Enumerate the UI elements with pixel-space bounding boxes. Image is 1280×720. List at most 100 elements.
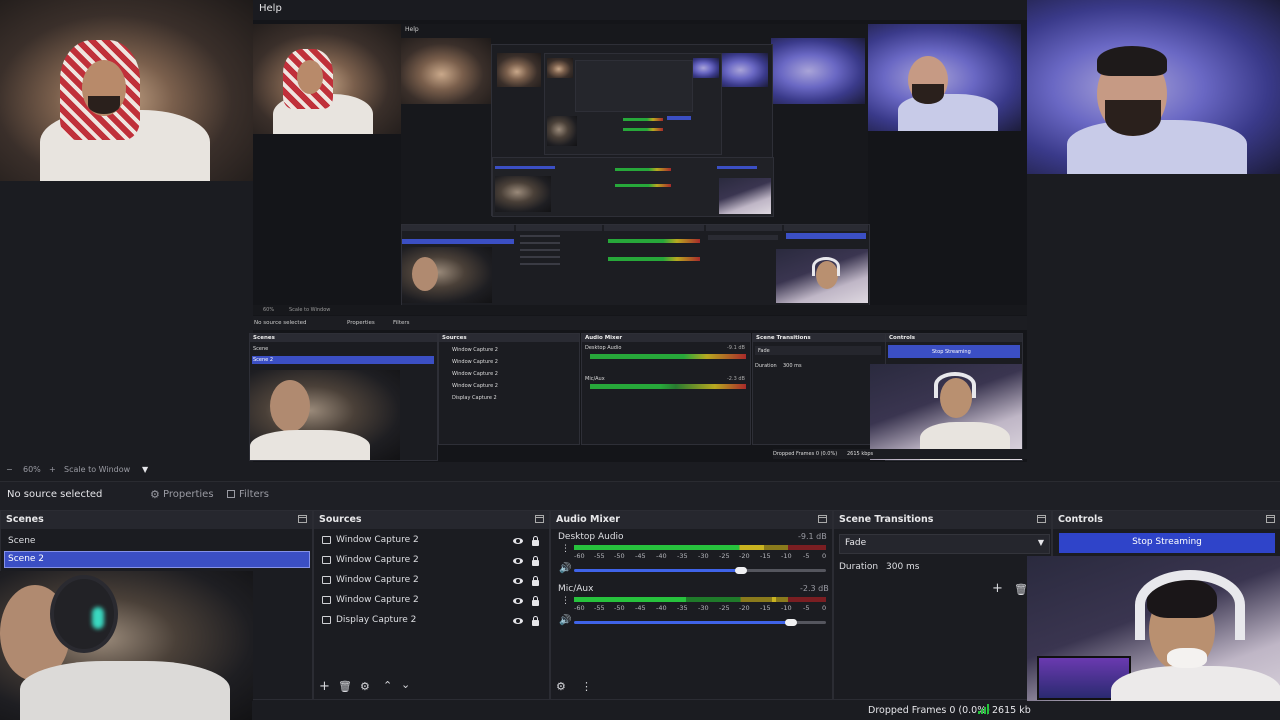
level-meter-fill xyxy=(574,545,764,550)
lock-icon[interactable] xyxy=(532,576,539,586)
lock-icon[interactable] xyxy=(532,596,539,606)
zoom-in-button[interactable]: + xyxy=(49,465,56,474)
trash-icon[interactable]: 🗑 xyxy=(1014,583,1028,596)
nested-transitions-dock: Scene Transitions Fade Duration 300 ms xyxy=(752,333,886,445)
nested-duration-label: Duration xyxy=(755,363,777,369)
scale-to-window-label: Scale to Window xyxy=(64,465,131,474)
stop-streaming-button[interactable]: Stop Streaming xyxy=(1059,533,1275,553)
arrow-down-icon[interactable]: ⌄ xyxy=(401,678,410,691)
scene-transitions-dock: Scene Transitions Fade ▼ Duration 300 ms… xyxy=(833,510,1052,700)
kebab-menu-icon[interactable]: ⋮ xyxy=(561,544,570,554)
visibility-eye-icon[interactable] xyxy=(513,618,523,624)
zoom-out-button[interactable]: − xyxy=(6,465,13,474)
advanced-audio-gear-icon[interactable]: ⚙ xyxy=(556,680,566,693)
transition-select[interactable]: Fade ▼ xyxy=(839,534,1050,554)
gear-icon[interactable]: ⚙ xyxy=(360,680,370,693)
kebab-menu-icon[interactable]: ⋮ xyxy=(561,596,570,606)
preview-toolbar: − 60% + Scale to Window ▼ xyxy=(0,462,1280,480)
scene-item-label: Scene xyxy=(8,536,36,546)
scale-dropdown-caret-icon[interactable]: ▼ xyxy=(142,465,148,474)
source-item[interactable]: Display Capture 2 xyxy=(313,611,550,629)
trash-icon[interactable]: 🗑 xyxy=(338,680,352,693)
scene-transitions-title: Scene Transitions xyxy=(834,511,1051,529)
help-menu[interactable]: Help xyxy=(259,3,282,14)
speaker-icon[interactable]: 🔊 xyxy=(559,615,571,626)
nested-scenes-dock: Scenes Scene Scene 2 xyxy=(249,333,438,461)
add-icon[interactable]: + xyxy=(319,679,330,694)
filter-icon xyxy=(227,490,235,498)
nested-zoom-value: 60% xyxy=(263,307,275,313)
lock-icon[interactable] xyxy=(532,616,539,626)
volume-knob[interactable] xyxy=(785,619,797,626)
window-capture-icon xyxy=(322,536,331,544)
scene-item-selected[interactable]: Scene 2 xyxy=(4,551,310,568)
volume-slider-rest xyxy=(740,569,826,572)
undock-icon[interactable] xyxy=(535,515,544,523)
webcam-feed-host xyxy=(1027,0,1280,174)
source-item[interactable]: Window Capture 2 xyxy=(313,551,550,569)
nested-desktop-db: -9.1 dB xyxy=(727,345,745,351)
nested-filters: Filters xyxy=(393,320,410,326)
nested-bitrate: 2615 kbps xyxy=(847,451,874,457)
volume-slider[interactable] xyxy=(574,621,790,624)
lock-icon[interactable] xyxy=(532,536,539,546)
mixer-channel-desktop: Desktop Audio -9.1 dB ⋮ -60 -55 -50 -45 … xyxy=(550,529,833,579)
gear-icon: ⚙ xyxy=(150,488,160,501)
nested-sources-title: Sources xyxy=(442,335,467,341)
visibility-eye-icon[interactable] xyxy=(513,598,523,604)
nested-mic-db: -2.3 dB xyxy=(727,376,745,382)
bitrate: 2615 kb xyxy=(992,705,1031,716)
zoom-value: 60% xyxy=(23,465,41,474)
source-item-label: Window Capture 2 xyxy=(336,595,419,605)
undock-icon[interactable] xyxy=(818,515,827,523)
filters-button[interactable]: Filters xyxy=(224,486,272,504)
dropped-frames: Dropped Frames 0 (0.0%) xyxy=(868,705,990,716)
source-item-label: Display Capture 2 xyxy=(336,615,417,625)
scene-item-label: Scene 2 xyxy=(8,554,45,564)
nested-source-item: Window Capture 2 xyxy=(452,383,498,389)
properties-button[interactable]: ⚙ Properties xyxy=(148,486,214,504)
visibility-eye-icon[interactable] xyxy=(513,538,523,544)
sources-list: Window Capture 2 Window Capture 2 Window… xyxy=(313,529,550,639)
channel-db: -2.3 dB xyxy=(800,584,829,593)
nested-source-item: Window Capture 2 xyxy=(452,347,498,353)
sources-dock-title: Sources xyxy=(314,511,549,529)
scenes-dock-title: Scenes xyxy=(1,511,312,529)
audio-mixer-title: Audio Mixer xyxy=(551,511,832,529)
lock-icon[interactable] xyxy=(532,556,539,566)
status-bar: Dropped Frames 0 (0.0%) 2615 kb xyxy=(252,701,1280,720)
window-capture-icon xyxy=(322,596,331,604)
speaker-icon[interactable]: 🔊 xyxy=(559,563,571,574)
mixer-footer: ⚙ ⋮ xyxy=(550,678,833,696)
nested-no-source: No source selected xyxy=(254,320,307,326)
signal-bars-icon xyxy=(978,704,989,714)
nested-help-label: Help xyxy=(405,26,419,33)
meter-ticks: -60 -55 -50 -45 -40 -35 -30 -25 -20 -15 … xyxy=(574,552,827,560)
kebab-menu-icon[interactable]: ⋮ xyxy=(581,680,592,693)
volume-knob[interactable] xyxy=(735,567,747,574)
source-item[interactable]: Window Capture 2 xyxy=(313,571,550,589)
nested-scale-label: Scale to Window xyxy=(289,307,331,313)
nested-scenes-title: Scenes xyxy=(253,335,275,341)
source-item-label: Window Capture 2 xyxy=(336,535,419,545)
nested-source-item: Window Capture 2 xyxy=(452,359,498,365)
scene-item[interactable]: Scene xyxy=(4,533,309,549)
nested-controls-dock: Controls Stop Streaming xyxy=(870,333,1023,461)
duration-input[interactable]: 300 ms xyxy=(882,558,1048,576)
visibility-eye-icon[interactable] xyxy=(513,558,523,564)
arrow-up-icon[interactable]: ⌃ xyxy=(383,679,392,692)
visibility-eye-icon[interactable] xyxy=(513,578,523,584)
source-item-label: Window Capture 2 xyxy=(336,575,419,585)
channel-name: Desktop Audio xyxy=(558,532,624,542)
undock-icon[interactable] xyxy=(1266,515,1275,523)
source-item[interactable]: Window Capture 2 xyxy=(313,531,550,549)
add-transition-icon[interactable]: + xyxy=(992,581,1003,596)
nested-sources-dock: Sources Window Capture 2 Window Capture … xyxy=(438,333,580,445)
channel-db: -9.1 dB xyxy=(798,532,827,541)
source-item[interactable]: Window Capture 2 xyxy=(313,591,550,609)
nested-properties: Properties xyxy=(347,320,375,326)
volume-slider[interactable] xyxy=(574,569,740,572)
undock-icon[interactable] xyxy=(298,515,307,523)
nested-source-item: Display Capture 2 xyxy=(452,395,497,401)
undock-icon[interactable] xyxy=(1037,515,1046,523)
